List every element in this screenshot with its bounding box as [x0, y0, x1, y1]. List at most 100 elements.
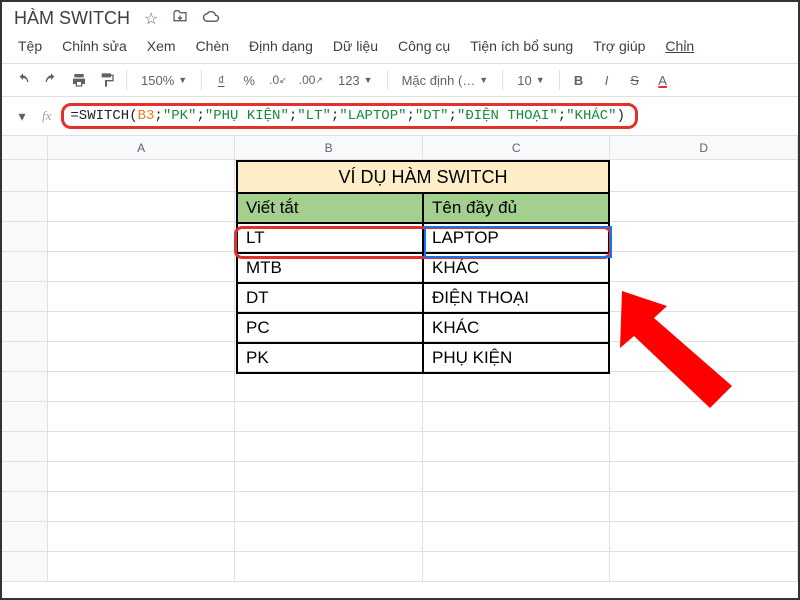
- dec-increase-button[interactable]: .00↗: [296, 69, 326, 91]
- redo-button[interactable]: [40, 69, 62, 91]
- bold-button[interactable]: B: [568, 69, 590, 91]
- row-head[interactable]: [2, 552, 48, 582]
- cell[interactable]: [48, 552, 236, 582]
- row-head[interactable]: [2, 252, 48, 282]
- cell[interactable]: [610, 462, 798, 492]
- cell[interactable]: [423, 312, 611, 342]
- cell[interactable]: [48, 192, 236, 222]
- cell[interactable]: [610, 222, 798, 252]
- cell[interactable]: [235, 160, 423, 192]
- cell[interactable]: [48, 402, 236, 432]
- cell[interactable]: [235, 222, 423, 252]
- cell[interactable]: [48, 462, 236, 492]
- cell[interactable]: [48, 492, 236, 522]
- menu-tools[interactable]: Công cụ: [390, 35, 458, 57]
- cell[interactable]: [610, 342, 798, 372]
- row-head[interactable]: [2, 222, 48, 252]
- row-head[interactable]: [2, 282, 48, 312]
- cell[interactable]: [235, 372, 423, 402]
- col-head-d[interactable]: D: [610, 136, 798, 159]
- cell[interactable]: [235, 462, 423, 492]
- row-head[interactable]: [2, 402, 48, 432]
- cell[interactable]: [423, 282, 611, 312]
- cell[interactable]: [235, 402, 423, 432]
- menu-lastedit[interactable]: Chỉn: [657, 35, 702, 57]
- cell[interactable]: [48, 372, 236, 402]
- paintformat-button[interactable]: [96, 69, 118, 91]
- numfmt-dropdown[interactable]: 123▼: [332, 71, 379, 90]
- menu-view[interactable]: Xem: [139, 35, 184, 57]
- cell[interactable]: [235, 282, 423, 312]
- textcolor-button[interactable]: A: [652, 69, 674, 91]
- cell[interactable]: [610, 160, 798, 192]
- row-head[interactable]: [2, 160, 48, 192]
- cell[interactable]: [610, 522, 798, 552]
- undo-button[interactable]: [12, 69, 34, 91]
- cell[interactable]: [610, 192, 798, 222]
- cell[interactable]: [610, 552, 798, 582]
- cell[interactable]: [423, 522, 611, 552]
- cell[interactable]: [235, 522, 423, 552]
- cell[interactable]: [235, 312, 423, 342]
- formula-input[interactable]: =SWITCH( B3 ; "PK" ; "PHỤ KIỆN" ; "LT" ;…: [61, 103, 638, 129]
- cell[interactable]: [48, 432, 236, 462]
- fontsize-dropdown[interactable]: 10▼: [511, 71, 550, 90]
- font-dropdown[interactable]: Mặc định (…▼: [396, 71, 495, 90]
- name-box-caret[interactable]: ▾: [12, 108, 32, 125]
- star-icon[interactable]: ☆: [144, 9, 158, 29]
- cell[interactable]: [423, 432, 611, 462]
- cell[interactable]: [235, 342, 423, 372]
- col-head-a[interactable]: A: [48, 136, 236, 159]
- cell[interactable]: [235, 552, 423, 582]
- cell[interactable]: [423, 402, 611, 432]
- row-head[interactable]: [2, 522, 48, 552]
- row-head[interactable]: [2, 432, 48, 462]
- cell[interactable]: [235, 492, 423, 522]
- cell[interactable]: [235, 432, 423, 462]
- cell[interactable]: [423, 342, 611, 372]
- dec-decrease-button[interactable]: .0↙: [266, 69, 290, 91]
- cell[interactable]: [48, 160, 236, 192]
- col-head-c[interactable]: C: [423, 136, 611, 159]
- print-button[interactable]: [68, 69, 90, 91]
- menu-file[interactable]: Tệp: [10, 35, 50, 57]
- cell[interactable]: [610, 282, 798, 312]
- cell[interactable]: [423, 252, 611, 282]
- cell[interactable]: [423, 492, 611, 522]
- cell[interactable]: [48, 282, 236, 312]
- row-head[interactable]: [2, 372, 48, 402]
- cell[interactable]: [423, 222, 611, 252]
- cell[interactable]: [423, 462, 611, 492]
- cell[interactable]: [610, 312, 798, 342]
- row-head[interactable]: [2, 492, 48, 522]
- col-head-b[interactable]: B: [235, 136, 423, 159]
- cell[interactable]: [48, 252, 236, 282]
- zoom-dropdown[interactable]: 150%▼: [135, 71, 193, 90]
- cell[interactable]: [423, 192, 611, 222]
- cell[interactable]: [423, 160, 611, 192]
- currency-button[interactable]: ₫: [210, 69, 232, 91]
- cell[interactable]: [48, 522, 236, 552]
- cell[interactable]: [610, 432, 798, 462]
- select-all-cell[interactable]: [2, 136, 48, 159]
- cloud-icon[interactable]: [202, 9, 220, 28]
- percent-button[interactable]: %: [238, 69, 260, 91]
- cell[interactable]: [48, 342, 236, 372]
- menu-format[interactable]: Định dạng: [241, 35, 321, 57]
- menu-help[interactable]: Trợ giúp: [585, 35, 653, 57]
- spreadsheet-grid[interactable]: A B C D VÍ DỤ HÀM SWITCH Viết tắt Tên đầ…: [2, 136, 798, 582]
- cell[interactable]: [423, 552, 611, 582]
- cell[interactable]: [610, 402, 798, 432]
- menu-data[interactable]: Dữ liệu: [325, 35, 386, 57]
- cell[interactable]: [423, 372, 611, 402]
- doc-title[interactable]: HÀM SWITCH: [14, 8, 130, 29]
- row-head[interactable]: [2, 462, 48, 492]
- row-head[interactable]: [2, 312, 48, 342]
- move-icon[interactable]: [172, 8, 188, 29]
- menu-insert[interactable]: Chèn: [188, 35, 237, 57]
- cell[interactable]: [610, 252, 798, 282]
- strike-button[interactable]: S: [624, 69, 646, 91]
- italic-button[interactable]: I: [596, 69, 618, 91]
- cell[interactable]: [48, 222, 236, 252]
- cell[interactable]: [235, 192, 423, 222]
